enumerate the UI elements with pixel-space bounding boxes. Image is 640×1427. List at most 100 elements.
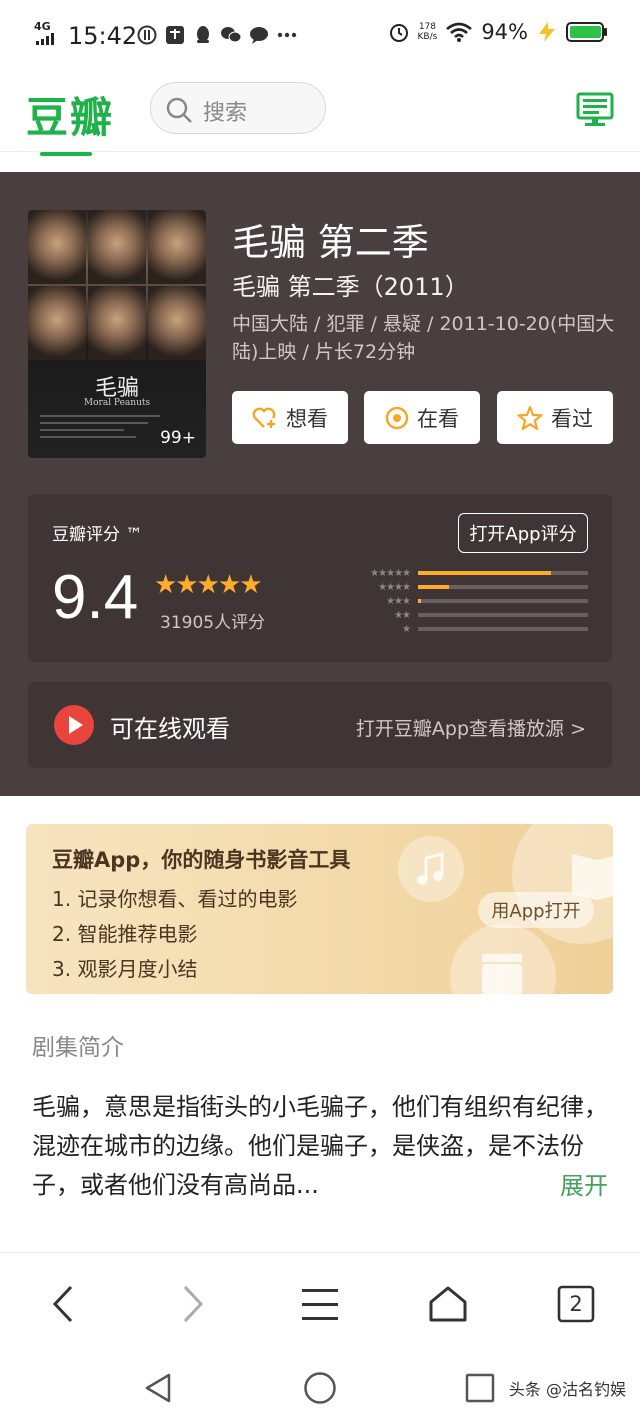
dist-stars-1: ★ [402, 623, 411, 635]
watermark-text: 头条 @沽名钓娱 [508, 1380, 626, 1399]
search-box[interactable]: 搜索 [150, 82, 326, 134]
dist-track [418, 627, 588, 631]
forward-button[interactable] [170, 1281, 216, 1327]
dist-stars-4: ★★★★ [378, 581, 411, 593]
play-icon [54, 705, 94, 745]
promo-title: 豆瓣App，你的随身书影音工具 [52, 848, 351, 872]
message-icon [248, 24, 270, 46]
dist-fill [418, 585, 449, 589]
dist-fill [418, 571, 551, 575]
dist-track [418, 613, 588, 617]
dist-fill [418, 599, 421, 603]
system-back-button[interactable] [138, 1368, 178, 1408]
net-speed-value: 178 [418, 22, 436, 32]
promo-feature-list: 1. 记录你想看、看过的电影 2. 智能推荐电影 3. 观影月度小结 [52, 882, 297, 987]
system-home-button[interactable] [300, 1368, 340, 1408]
battery-icon [566, 22, 607, 42]
alipay-icon [164, 24, 186, 46]
target-icon [385, 406, 409, 429]
status-bar: 4G 15:42 178 KB/s 94% [0, 0, 640, 70]
dist-track [418, 585, 588, 589]
rating-count[interactable]: 31905人评分 [160, 608, 265, 633]
tab-count: 2 [569, 1292, 583, 1316]
open-in-app-button[interactable]: 用App打开 [478, 892, 594, 928]
notification-icons [136, 24, 298, 46]
site-header: 豆瓣 搜索 [0, 70, 640, 152]
tabs-button[interactable]: 2 [553, 1281, 599, 1327]
movie-original-title: 毛骗 第二季（2011） [232, 273, 469, 301]
promo-feature-item: 1. 记录你想看、看过的电影 [52, 887, 298, 911]
search-icon [166, 97, 192, 123]
synopsis-heading: 剧集简介 [32, 1035, 124, 1061]
promo-feature-item: 3. 观影月度小结 [52, 957, 198, 981]
online-watch-card[interactable]: 可在线观看 打开豆瓣App查看播放源 > [28, 682, 612, 768]
wechat-icon [220, 24, 242, 46]
music-note-decoration [398, 836, 464, 902]
menu-button[interactable] [297, 1281, 343, 1327]
clock: 15:42 [68, 22, 138, 50]
rating-dist-2: ★★ [346, 609, 588, 621]
watching-label: 在看 [417, 406, 459, 431]
online-watch-label: 可在线观看 [110, 715, 230, 743]
system-navigation-bar: 头条 @沽名钓娱 [0, 1354, 640, 1427]
rating-dist-3: ★★★ [346, 595, 588, 607]
browser-toolbar: 2 [0, 1252, 640, 1354]
poster-photos [28, 210, 206, 360]
status-right: 178 KB/s 94% [388, 20, 609, 44]
watched-label: 看过 [551, 406, 593, 431]
poster-subtitle: Moral Peanuts [83, 398, 151, 408]
home-button[interactable] [425, 1281, 471, 1327]
system-recents-button[interactable] [460, 1368, 500, 1408]
net-speed: 178 KB/s [418, 22, 438, 42]
tv-icon[interactable] [576, 92, 614, 126]
dist-stars-3: ★★★ [386, 595, 411, 607]
poster-photo-count: 99+ [160, 428, 196, 448]
hamburger-menu-icon [302, 1289, 338, 1320]
chevron-right-icon [183, 1285, 204, 1323]
battery-percent: 94% [481, 20, 528, 44]
dist-track [418, 599, 588, 603]
movie-meta: 中国大陆 / 犯罪 / 悬疑 / 2011-10-20(中国大陆)上映 / 片长… [232, 313, 615, 363]
poster-text-lines [40, 415, 160, 443]
movie-poster[interactable]: 毛骗 Moral Peanuts 99+ [28, 210, 206, 458]
movie-title: 毛骗 第二季 [232, 221, 429, 264]
network-type: 4G [34, 20, 51, 33]
rating-dist-4: ★★★★ [346, 581, 588, 593]
watched-button[interactable]: 看过 [497, 391, 613, 444]
net-speed-unit: KB/s [417, 32, 438, 42]
qq-icon [192, 24, 214, 46]
synopsis-text: 毛骗，意思是指街头的小毛骗子，他们有组织有纪律，混迹在城市的边缘。他们是骗子，是… [32, 1093, 608, 1199]
square-recents-icon [465, 1373, 495, 1403]
home-icon [429, 1286, 467, 1322]
promo-feature-item: 2. 智能推荐电影 [52, 922, 198, 946]
rating-label: 豆瓣评分 ™ [52, 525, 143, 545]
rating-card: 豆瓣评分 ™ 打开App评分 9.4 ★★★★★ 31905人评分 ★★★★★ … [28, 494, 612, 662]
back-button[interactable] [40, 1281, 86, 1327]
douban-logo[interactable]: 豆瓣 [26, 84, 114, 145]
star-outline-icon [517, 405, 543, 430]
app-promo-banner[interactable]: 豆瓣App，你的随身书影音工具 1. 记录你想看、看过的电影 2. 智能推荐电影… [26, 824, 613, 994]
dist-stars-5: ★★★★★ [370, 567, 411, 579]
want-to-watch-button[interactable]: 想看 [232, 391, 348, 444]
chevron-left-icon [52, 1285, 73, 1323]
clapperboard-decoration [450, 924, 556, 994]
app-notification-icon [136, 24, 158, 46]
rating-stars: ★★★★★ [154, 570, 263, 600]
open-app-rate-button[interactable]: 打开App评分 [458, 513, 588, 553]
wifi-icon [446, 22, 473, 42]
more-dots-icon [276, 24, 298, 46]
movie-header-panel: 毛骗 Moral Peanuts 99+ 毛骗 第二季 毛骗 第二季（2011）… [0, 172, 640, 796]
want-label: 想看 [286, 406, 328, 431]
expand-synopsis-link[interactable]: 展开 [548, 1166, 608, 1201]
charging-icon [539, 22, 555, 42]
triangle-back-icon [145, 1373, 171, 1403]
active-tab-indicator [40, 152, 92, 156]
open-app-play-source-link[interactable]: 打开豆瓣App查看播放源 > [356, 714, 586, 741]
watching-button[interactable]: 在看 [364, 391, 480, 444]
heart-plus-icon [252, 407, 276, 428]
search-input[interactable]: 搜索 [203, 95, 247, 127]
signal-icon [36, 33, 54, 45]
alarm-icon [389, 24, 408, 42]
dist-stars-2: ★★ [394, 609, 411, 621]
rating-score: 9.4 [52, 563, 139, 632]
